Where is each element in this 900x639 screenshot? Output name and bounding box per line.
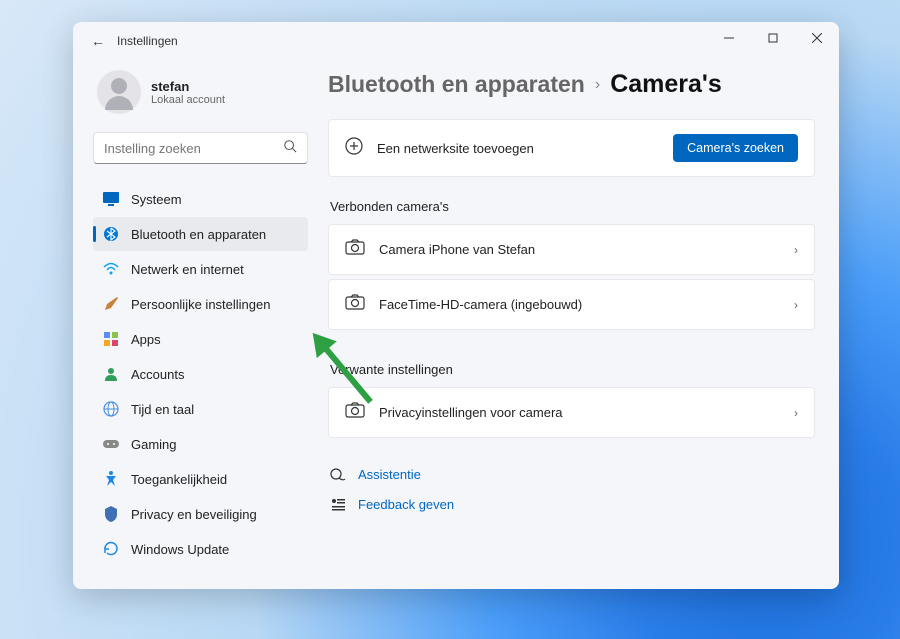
titlebar: ← Instellingen bbox=[73, 22, 839, 60]
nav-system[interactable]: Systeem bbox=[93, 182, 308, 216]
user-subtitle: Lokaal account bbox=[151, 94, 225, 106]
minimize-button[interactable] bbox=[707, 22, 751, 54]
system-icon bbox=[103, 191, 119, 207]
plus-circle-icon bbox=[345, 137, 363, 160]
bluetooth-icon bbox=[103, 226, 119, 242]
help-links: Assistentie Feedback geven bbox=[328, 460, 815, 518]
search-input[interactable] bbox=[104, 141, 283, 156]
apps-icon bbox=[103, 331, 119, 347]
help-link[interactable]: Assistentie bbox=[330, 466, 813, 482]
camera-label: Camera iPhone van Stefan bbox=[379, 242, 535, 257]
nav-label: Systeem bbox=[131, 192, 182, 207]
nav-label: Persoonlijke instellingen bbox=[131, 297, 270, 312]
sidebar: stefan Lokaal account Systeem Bluetooth … bbox=[93, 60, 308, 569]
window-controls bbox=[707, 22, 839, 54]
search-cameras-button[interactable]: Camera's zoeken bbox=[673, 134, 798, 162]
chevron-right-icon: › bbox=[794, 298, 798, 312]
camera-row-iphone[interactable]: Camera iPhone van Stefan › bbox=[328, 224, 815, 275]
update-icon bbox=[103, 541, 119, 557]
feedback-link[interactable]: Feedback geven bbox=[330, 496, 813, 512]
search-box[interactable] bbox=[93, 132, 308, 164]
breadcrumb-current: Camera's bbox=[610, 70, 722, 99]
section-connected-title: Verbonden camera's bbox=[330, 199, 815, 214]
chevron-right-icon: › bbox=[595, 76, 600, 94]
nav-label: Tijd en taal bbox=[131, 402, 194, 417]
nav-label: Accounts bbox=[131, 367, 184, 382]
settings-window: ← Instellingen stefan Lokaal account bbox=[73, 22, 839, 589]
main-content: Bluetooth en apparaten › Camera's Een ne… bbox=[328, 60, 819, 569]
nav-gaming[interactable]: Gaming bbox=[93, 427, 308, 461]
user-block[interactable]: stefan Lokaal account bbox=[93, 60, 308, 132]
avatar bbox=[97, 70, 141, 114]
add-network-camera-row: Een netwerksite toevoegen Camera's zoeke… bbox=[328, 119, 815, 177]
breadcrumb: Bluetooth en apparaten › Camera's bbox=[328, 70, 815, 99]
chevron-right-icon: › bbox=[794, 406, 798, 420]
nav-personalization[interactable]: Persoonlijke instellingen bbox=[93, 287, 308, 321]
nav-apps[interactable]: Apps bbox=[93, 322, 308, 356]
person-icon bbox=[103, 366, 119, 382]
shield-icon bbox=[103, 506, 119, 522]
maximize-button[interactable] bbox=[751, 22, 795, 54]
camera-icon bbox=[345, 294, 365, 315]
privacy-camera-row[interactable]: Privacyinstellingen voor camera › bbox=[328, 387, 815, 438]
accessibility-icon bbox=[103, 471, 119, 487]
nav-label: Windows Update bbox=[131, 542, 229, 557]
window-title: Instellingen bbox=[117, 34, 178, 48]
link-label: Assistentie bbox=[358, 467, 421, 482]
nav-label: Bluetooth en apparaten bbox=[131, 227, 266, 242]
breadcrumb-parent[interactable]: Bluetooth en apparaten bbox=[328, 71, 585, 98]
nav-windows-update[interactable]: Windows Update bbox=[93, 532, 308, 566]
nav-network[interactable]: Netwerk en internet bbox=[93, 252, 308, 286]
nav-privacy[interactable]: Privacy en beveiliging bbox=[93, 497, 308, 531]
camera-row-facetime[interactable]: FaceTime-HD-camera (ingebouwd) › bbox=[328, 279, 815, 330]
gamepad-icon bbox=[103, 436, 119, 452]
nav-label: Apps bbox=[131, 332, 161, 347]
link-label: Feedback geven bbox=[358, 497, 454, 512]
nav-bluetooth[interactable]: Bluetooth en apparaten bbox=[93, 217, 308, 251]
row-label: Privacyinstellingen voor camera bbox=[379, 405, 563, 420]
feedback-icon bbox=[330, 496, 346, 512]
globe-clock-icon bbox=[103, 401, 119, 417]
camera-label: FaceTime-HD-camera (ingebouwd) bbox=[379, 297, 582, 312]
nav-label: Netwerk en internet bbox=[131, 262, 244, 277]
nav-accounts[interactable]: Accounts bbox=[93, 357, 308, 391]
nav-label: Gaming bbox=[131, 437, 177, 452]
add-label: Een netwerksite toevoegen bbox=[377, 141, 534, 156]
nav-list: Systeem Bluetooth en apparaten Netwerk e… bbox=[93, 182, 308, 566]
wifi-icon bbox=[103, 261, 119, 277]
camera-icon bbox=[345, 402, 365, 423]
section-related-title: Verwante instellingen bbox=[330, 362, 815, 377]
close-button[interactable] bbox=[795, 22, 839, 54]
user-name: stefan bbox=[151, 79, 225, 94]
help-icon bbox=[330, 466, 346, 482]
nav-label: Toegankelijkheid bbox=[131, 472, 227, 487]
search-icon bbox=[283, 139, 297, 158]
brush-icon bbox=[103, 296, 119, 312]
back-button[interactable]: ← bbox=[83, 33, 113, 49]
camera-icon bbox=[345, 239, 365, 260]
nav-accessibility[interactable]: Toegankelijkheid bbox=[93, 462, 308, 496]
nav-time-language[interactable]: Tijd en taal bbox=[93, 392, 308, 426]
chevron-right-icon: › bbox=[794, 243, 798, 257]
nav-label: Privacy en beveiliging bbox=[131, 507, 257, 522]
